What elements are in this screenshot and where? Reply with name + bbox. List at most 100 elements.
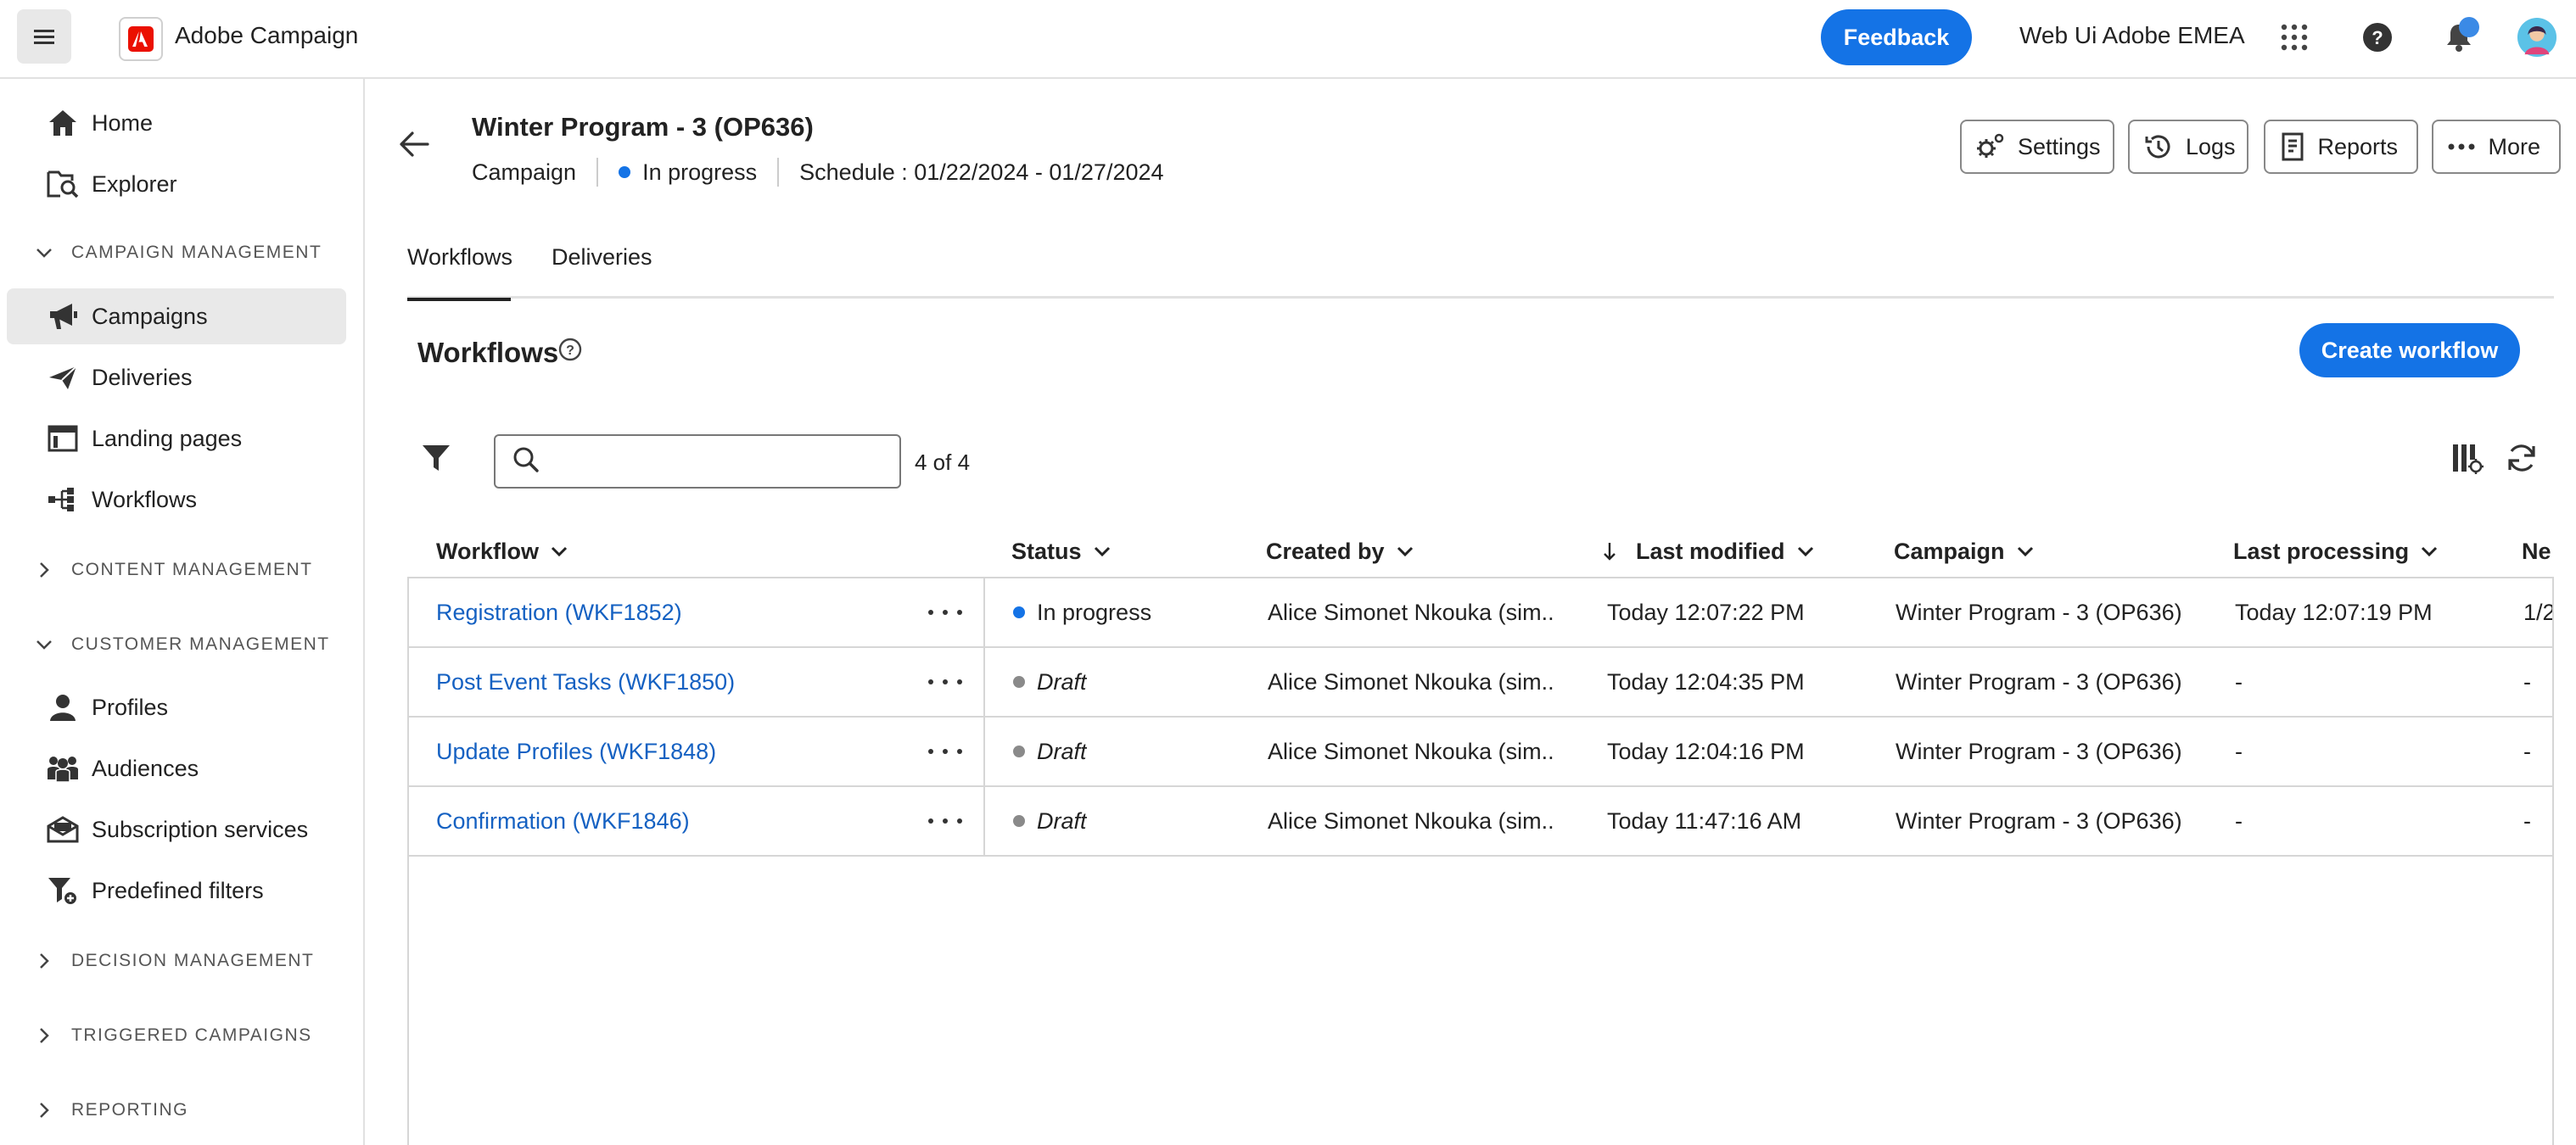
status-dot [1013,746,1025,757]
status-text: Draft [1037,738,1087,764]
adobe-logo-icon [119,17,163,61]
sidebar-item-profiles[interactable]: Profiles [7,679,346,735]
menu-toggle-button[interactable] [17,9,71,64]
section-label: CUSTOMER MANAGEMENT [71,634,330,654]
section-campaign-management[interactable]: CAMPAIGN MANAGEMENT [32,236,322,270]
table-row[interactable]: Confirmation (WKF1846) Draft Alice Simon… [409,787,2552,857]
section-label: CONTENT MANAGEMENT [71,560,313,579]
tab-workflows[interactable]: Workflows [407,244,512,301]
settings-button[interactable]: Settings [1960,120,2114,174]
column-label: Last modified [1636,538,1785,564]
logs-button[interactable]: Logs [2128,120,2248,174]
chevron-down-icon [32,633,56,656]
sidebar-item-home[interactable]: Home [7,95,346,151]
workflow-link[interactable]: Update Profiles (WKF1848) [436,718,716,785]
sidebar-item-workflows[interactable]: Workflows [7,472,346,528]
feedback-button[interactable]: Feedback [1821,9,1972,65]
result-count: 4 of 4 [915,450,971,475]
status-dot [1013,815,1025,827]
column-header-workflow[interactable]: Workflow [436,534,573,568]
svg-text:?: ? [2372,27,2383,48]
search-field[interactable] [494,434,901,489]
status-badge: In progress [642,159,758,185]
sidebar-item-campaigns[interactable]: Campaigns [7,288,346,344]
settings-label: Settings [2018,133,2101,159]
workflow-icon [46,483,80,517]
status-dot [619,166,631,178]
column-header-last-processing[interactable]: Last processing [2233,534,2443,568]
notification-badge [2459,17,2479,37]
table-row[interactable]: Post Event Tasks (WKF1850) Draft Alice S… [409,648,2552,718]
campaign-cell: Winter Program - 3 (OP636) [1896,599,2182,625]
help-icon[interactable]: ? [2357,17,2398,58]
report-icon [2279,131,2305,162]
section-label: REPORTING [71,1100,188,1120]
workflow-link[interactable]: Registration (WKF1852) [436,578,682,646]
avatar[interactable] [2517,17,2557,58]
created-by-cell: Alice Simonet Nkouka (sim... [1268,738,1556,764]
refresh-icon[interactable] [2505,441,2542,478]
chevron-down-icon [1094,540,1116,562]
section-content-management[interactable]: CONTENT MANAGEMENT [32,553,312,587]
info-icon[interactable]: ? [558,338,584,363]
notifications-icon[interactable] [2439,17,2479,58]
column-label: Status [1011,538,1082,564]
sidebar-item-label: Deliveries [92,364,193,390]
create-workflow-button[interactable]: Create workflow [2299,323,2520,377]
more-dots-icon [2447,131,2476,162]
explorer-icon [46,167,80,201]
svg-text:?: ? [566,344,574,358]
row-actions-icon[interactable] [928,809,962,833]
next-cell: 1/2! [2523,599,2552,625]
campaign-cell: Winter Program - 3 (OP636) [1896,807,2182,834]
row-actions-icon[interactable] [928,670,962,694]
row-actions-icon[interactable] [928,600,962,624]
last-modified-cell: Today 12:04:35 PM [1607,668,1805,695]
workflow-link[interactable]: Post Event Tasks (WKF1850) [436,648,735,716]
last-modified-cell: Today 11:47:16 AM [1607,807,1802,834]
org-switcher[interactable]: Web Ui Adobe EMEA [2019,22,2245,49]
status-cell: In progress [1013,578,1151,646]
sidebar-item-label: Home [92,109,154,136]
status-cell: Draft [1013,787,1087,855]
search-input[interactable] [552,448,874,475]
reports-button[interactable]: Reports [2264,120,2418,174]
history-icon [2143,131,2174,162]
envelope-icon [46,813,80,846]
divider [596,158,599,187]
column-settings-icon[interactable] [2450,441,2488,478]
status-text: Draft [1037,807,1087,834]
next-cell: - [2523,668,2531,695]
section-reporting[interactable]: REPORTING [32,1093,188,1127]
workflow-link[interactable]: Confirmation (WKF1846) [436,787,690,855]
back-arrow-icon[interactable] [397,127,438,168]
section-triggered-campaigns[interactable]: TRIGGERED CAMPAIGNS [32,1019,312,1053]
search-icon [512,446,540,478]
column-header-status[interactable]: Status [1011,534,1116,568]
column-header-created-by[interactable]: Created by [1266,534,1419,568]
column-header-next[interactable]: Ne: [2522,534,2552,568]
sidebar-item-explorer[interactable]: Explorer [7,156,346,212]
sidebar-item-audiences[interactable]: Audiences [7,740,346,796]
section-customer-management[interactable]: CUSTOMER MANAGEMENT [32,628,330,662]
created-by-cell: Alice Simonet Nkouka (sim... [1268,807,1556,834]
more-button[interactable]: More [2432,120,2561,174]
table-row[interactable]: Registration (WKF1852) In progress Alice… [409,578,2552,648]
row-actions-icon[interactable] [928,740,962,763]
schedule-text: Schedule : 01/22/2024 - 01/27/2024 [799,159,1164,185]
sidebar-item-predefined-filters[interactable]: Predefined filters [7,863,346,919]
tab-deliveries[interactable]: Deliveries [552,244,652,299]
sidebar-item-landing-pages[interactable]: Landing pages [7,411,346,466]
top-bar: Adobe Campaign Feedback Web Ui Adobe EME… [0,0,2576,79]
apps-grid-icon[interactable] [2274,17,2315,58]
column-header-campaign[interactable]: Campaign [1894,534,2039,568]
section-decision-management[interactable]: DECISION MANAGEMENT [32,944,314,978]
send-icon [46,360,80,394]
sidebar-item-deliveries[interactable]: Deliveries [7,349,346,405]
column-header-last-modified[interactable]: Last modified [1602,534,1819,568]
sidebar-item-subscription-services[interactable]: Subscription services [7,802,346,857]
filter-icon[interactable] [421,443,455,477]
sort-descending-icon [1602,541,1622,561]
sidebar: Home Explorer CAMPAIGN MANAGEMENT Campai… [0,79,365,1145]
table-row[interactable]: Update Profiles (WKF1848) Draft Alice Si… [409,718,2552,787]
